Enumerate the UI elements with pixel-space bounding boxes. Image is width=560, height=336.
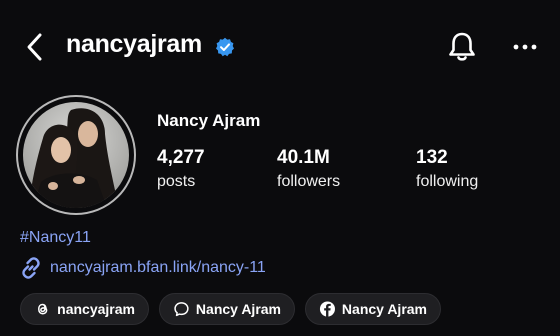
stat-posts[interactable]: 4,277 posts: [157, 147, 205, 191]
stat-followers[interactable]: 40.1M followers: [277, 147, 340, 191]
ellipsis-icon: [513, 44, 537, 50]
following-label: following: [416, 173, 479, 190]
avatar-photo: [23, 102, 129, 208]
back-button[interactable]: [22, 30, 50, 64]
posts-label: posts: [157, 173, 196, 190]
profile-avatar[interactable]: [16, 95, 136, 215]
profile-username: nancyajram: [66, 30, 202, 58]
link-icon: [22, 257, 40, 279]
bio-link[interactable]: nancyajram.bfan.link/nancy-11: [20, 256, 266, 280]
channel-profile-button[interactable]: Nancy Ajram: [159, 293, 295, 325]
facebook-profile-button[interactable]: Nancy Ajram: [305, 293, 441, 325]
threads-profile-button[interactable]: nancyajram: [20, 293, 149, 325]
bell-icon: [449, 32, 475, 61]
threads-pill-label: nancyajram: [57, 301, 135, 317]
followers-count: 40.1M: [277, 147, 330, 168]
following-count: 132: [416, 147, 448, 168]
bio-hashtag[interactable]: #Nancy11: [20, 229, 91, 247]
bio-link-text: nancyajram.bfan.link/nancy-11: [50, 259, 266, 276]
chevron-left-icon: [27, 33, 42, 61]
channel-pill-label: Nancy Ajram: [195, 301, 281, 317]
posts-count: 4,277: [157, 147, 205, 168]
facebook-icon: [319, 301, 335, 317]
verified-badge-icon: [215, 37, 235, 57]
notifications-button[interactable]: [446, 30, 478, 64]
more-options-button[interactable]: [512, 36, 538, 58]
chat-bubble-icon: [174, 302, 189, 317]
display-name: Nancy Ajram: [157, 111, 261, 130]
facebook-pill-label: Nancy Ajram: [341, 301, 427, 317]
stat-following[interactable]: 132 following: [416, 147, 478, 191]
threads-icon: [38, 303, 48, 315]
followers-label: followers: [277, 173, 341, 190]
